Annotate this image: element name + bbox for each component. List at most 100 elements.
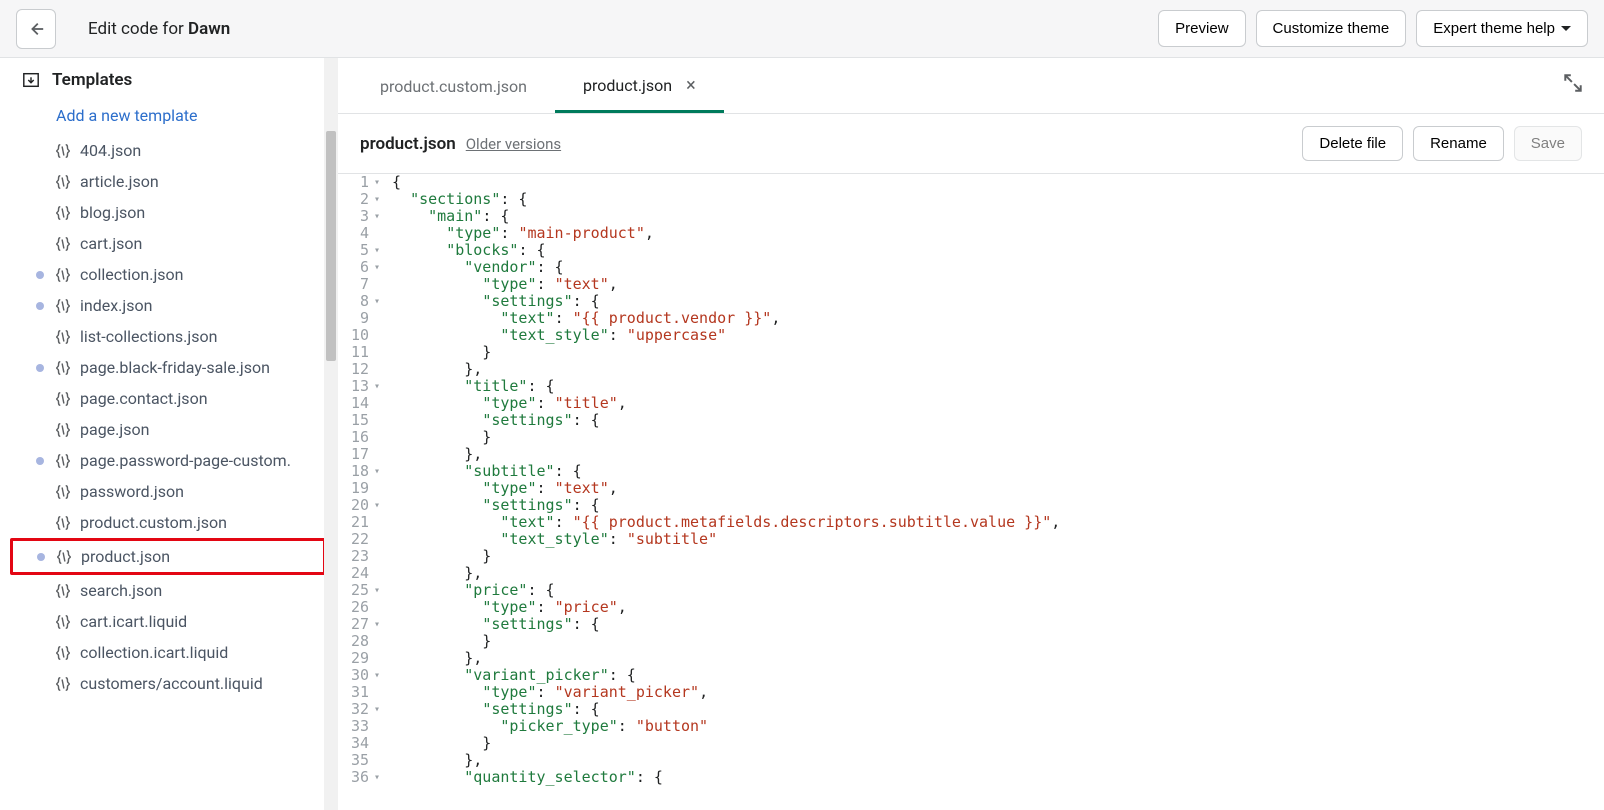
code-line[interactable]: "settings": { (392, 616, 1604, 633)
code-line[interactable]: "text": "{{ product.metafields.descripto… (392, 514, 1604, 531)
code-line[interactable]: "type": "text", (392, 480, 1604, 497)
fold-icon[interactable]: ▾ (372, 667, 380, 684)
code-line[interactable]: }, (392, 752, 1604, 769)
code-line[interactable]: "text": "{{ product.vendor }}", (392, 310, 1604, 327)
code-line[interactable]: "text_style": "subtitle" (392, 531, 1604, 548)
code-line[interactable]: "settings": { (392, 293, 1604, 310)
sidebar-file-product-custom-json[interactable]: product.custom.json (0, 507, 338, 538)
code-line[interactable]: "picker_type": "button" (392, 718, 1604, 735)
sidebar-file-index-json[interactable]: index.json (0, 290, 338, 321)
sidebar-file-collection-json[interactable]: collection.json (0, 259, 338, 290)
code-line[interactable]: } (392, 429, 1604, 446)
sidebar-file-cart-json[interactable]: cart.json (0, 228, 338, 259)
code-line[interactable]: "quantity_selector": { (392, 769, 1604, 786)
code-line[interactable]: "price": { (392, 582, 1604, 599)
fold-icon[interactable]: ▾ (372, 191, 380, 208)
back-button[interactable] (16, 9, 56, 49)
fold-icon[interactable]: ▾ (372, 769, 380, 786)
code-line[interactable]: "type": "price", (392, 599, 1604, 616)
line-number: 2▾ (338, 191, 380, 208)
code-line[interactable]: { (392, 174, 1604, 191)
sidebar-file-page-json[interactable]: page.json (0, 414, 338, 445)
fold-icon[interactable]: ▾ (372, 497, 380, 514)
code-line[interactable]: } (392, 344, 1604, 361)
tab-product-json[interactable]: product.json× (555, 61, 724, 113)
tab-product-custom-json[interactable]: product.custom.json (352, 63, 555, 113)
modified-dot-icon (36, 302, 44, 310)
code-line[interactable]: "vendor": { (392, 259, 1604, 276)
delete-file-button[interactable]: Delete file (1302, 126, 1403, 161)
expert-help-button[interactable]: Expert theme help (1416, 10, 1588, 47)
sidebar-file-page-black-friday-sale-json[interactable]: page.black-friday-sale.json (0, 352, 338, 383)
customize-theme-button[interactable]: Customize theme (1256, 10, 1407, 47)
line-number: 31 (338, 684, 380, 701)
sidebar-file-collection-icart-liquid[interactable]: collection.icart.liquid (0, 637, 338, 668)
code-line[interactable]: "sections": { (392, 191, 1604, 208)
code-line[interactable]: "variant_picker": { (392, 667, 1604, 684)
expert-help-label: Expert theme help (1433, 20, 1555, 37)
code-line[interactable]: }, (392, 650, 1604, 667)
line-number: 3▾ (338, 208, 380, 225)
sidebar-file-password-json[interactable]: password.json (0, 476, 338, 507)
braces-icon (54, 142, 74, 160)
sidebar-scrollbar[interactable] (324, 58, 338, 810)
code-editor[interactable]: 1▾2▾3▾45▾6▾78▾910111213▾1415161718▾1920▾… (338, 174, 1604, 810)
code-line[interactable]: "text_style": "uppercase" (392, 327, 1604, 344)
code-line[interactable]: }, (392, 565, 1604, 582)
line-number: 33 (338, 718, 380, 735)
sidebar-file-cart-icart-liquid[interactable]: cart.icart.liquid (0, 606, 338, 637)
fold-icon[interactable]: ▾ (372, 208, 380, 225)
line-number: 24 (338, 565, 380, 582)
code-line[interactable]: }, (392, 361, 1604, 378)
fold-icon[interactable]: ▾ (372, 378, 380, 395)
fold-icon[interactable]: ▾ (372, 463, 380, 480)
code-line[interactable]: "type": "variant_picker", (392, 684, 1604, 701)
code-line[interactable]: } (392, 548, 1604, 565)
sidebar-file-search-json[interactable]: search.json (0, 575, 338, 606)
sidebar-file-blog-json[interactable]: blog.json (0, 197, 338, 228)
preview-button[interactable]: Preview (1158, 10, 1245, 47)
sidebar-file-page-contact-json[interactable]: page.contact.json (0, 383, 338, 414)
code-line[interactable]: "main": { (392, 208, 1604, 225)
fold-icon[interactable]: ▾ (372, 616, 380, 633)
fold-icon[interactable]: ▾ (372, 259, 380, 276)
sidebar-file-product-json[interactable]: product.json (10, 538, 326, 575)
line-number: 32▾ (338, 701, 380, 718)
expand-icon[interactable] (1562, 72, 1584, 98)
close-icon[interactable]: × (686, 75, 696, 96)
fold-icon[interactable]: ▾ (372, 242, 380, 259)
code-line[interactable]: "type": "text", (392, 276, 1604, 293)
sidebar-file-404-json[interactable]: 404.json (0, 135, 338, 166)
sidebar-file-list-collections-json[interactable]: list-collections.json (0, 321, 338, 352)
add-template-link[interactable]: Add a new template (56, 106, 197, 125)
code-body[interactable]: { "sections": { "main": { "type": "main-… (386, 174, 1604, 810)
code-line[interactable]: "settings": { (392, 497, 1604, 514)
templates-section-header[interactable]: Templates (0, 58, 338, 100)
sidebar-file-article-json[interactable]: article.json (0, 166, 338, 197)
sidebar-file-page-password-page-custom-[interactable]: page.password-page-custom. (0, 445, 338, 476)
braces-icon (54, 297, 74, 315)
code-line[interactable]: "blocks": { (392, 242, 1604, 259)
code-line[interactable]: "type": "title", (392, 395, 1604, 412)
fold-icon[interactable]: ▾ (372, 701, 380, 718)
fold-icon[interactable]: ▾ (372, 293, 380, 310)
sidebar-scroll-thumb[interactable] (326, 131, 336, 361)
braces-icon (54, 173, 74, 191)
rename-button[interactable]: Rename (1413, 126, 1504, 161)
code-line[interactable]: "subtitle": { (392, 463, 1604, 480)
fold-icon[interactable]: ▾ (372, 174, 380, 191)
code-line[interactable]: "settings": { (392, 701, 1604, 718)
sidebar-file-customers-account-liquid[interactable]: customers/account.liquid (0, 668, 338, 699)
code-line[interactable]: "settings": { (392, 412, 1604, 429)
line-number: 30▾ (338, 667, 380, 684)
code-line[interactable]: } (392, 633, 1604, 650)
line-number: 28 (338, 633, 380, 650)
code-line[interactable]: } (392, 735, 1604, 752)
code-line[interactable]: "type": "main-product", (392, 225, 1604, 242)
older-versions-link[interactable]: Older versions (466, 135, 561, 153)
code-line[interactable]: "title": { (392, 378, 1604, 395)
braces-icon (54, 582, 74, 600)
fold-icon[interactable]: ▾ (372, 582, 380, 599)
line-number: 22 (338, 531, 380, 548)
code-line[interactable]: }, (392, 446, 1604, 463)
